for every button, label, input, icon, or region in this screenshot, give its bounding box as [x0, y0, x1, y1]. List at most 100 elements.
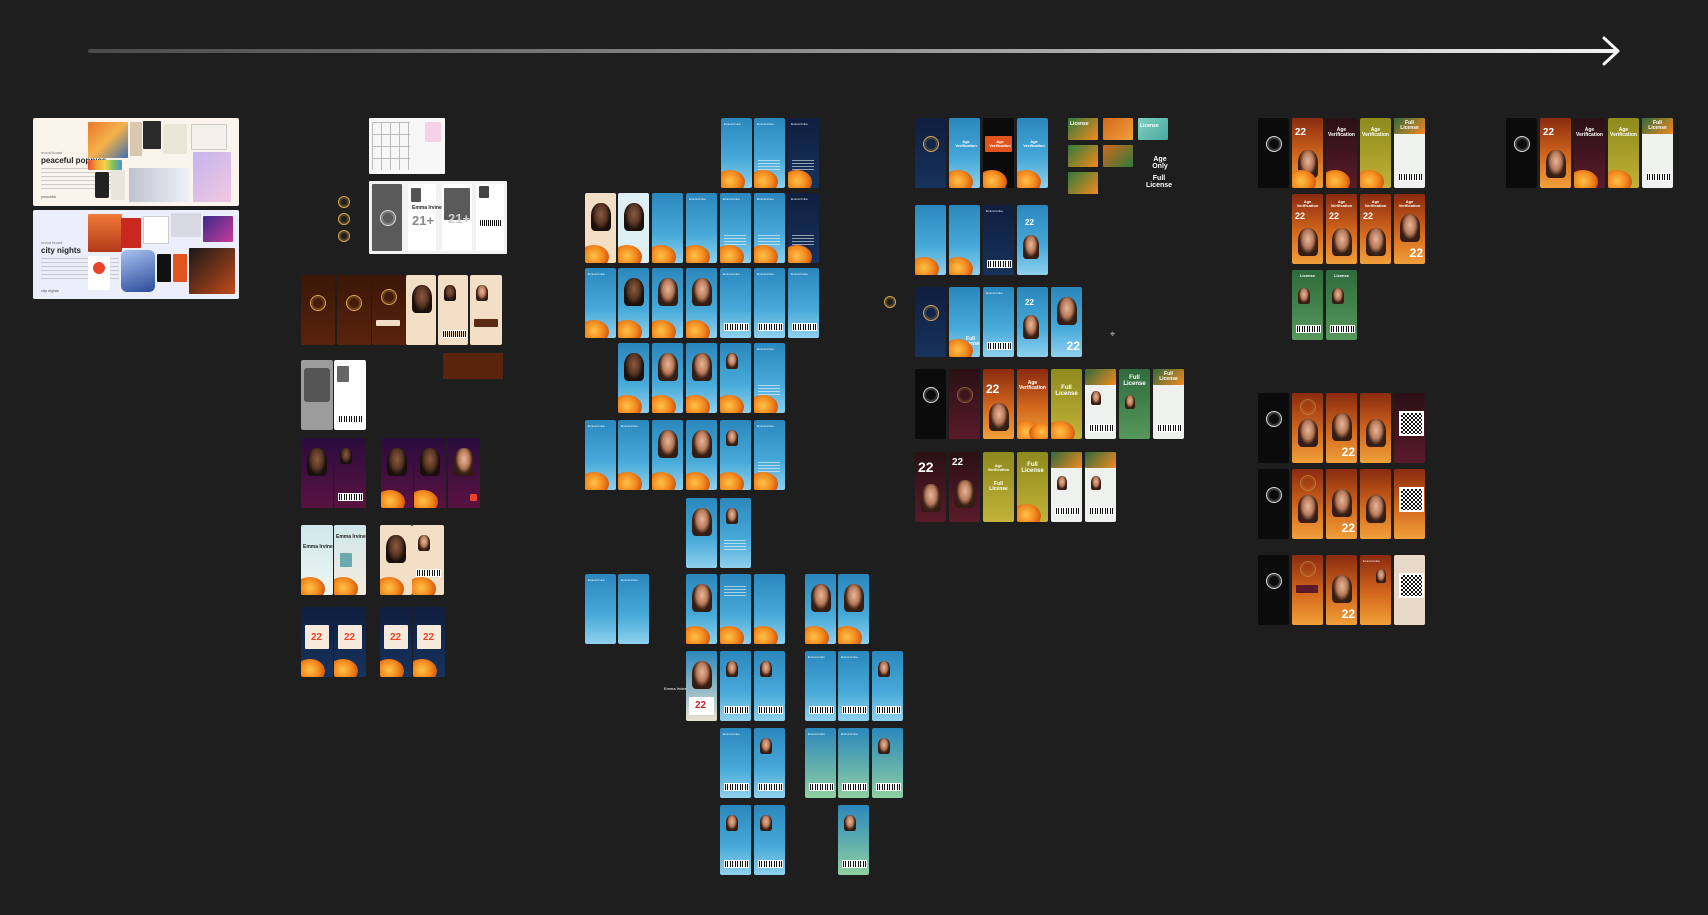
screen-cream[interactable]: [585, 193, 616, 263]
screen-blue[interactable]: Emma Irvine: [686, 193, 717, 263]
screen-sunset[interactable]: [1292, 555, 1323, 625]
screen-black[interactable]: [1258, 393, 1289, 463]
screen-dark-magenta[interactable]: Age Verification: [1574, 118, 1605, 188]
screen-blue-id[interactable]: Emma Irvine: [720, 728, 751, 798]
screen-blue-id[interactable]: [720, 651, 751, 721]
screen-blue-green[interactable]: Emma Irvine: [805, 728, 836, 798]
icon-license-teal[interactable]: [1138, 118, 1168, 140]
screen-dark-22[interactable]: 22: [949, 452, 980, 522]
screen-sunset-22[interactable]: 22: [1326, 469, 1357, 539]
screen-license-card[interactable]: Full License: [1642, 118, 1673, 188]
screen-blue[interactable]: Emma Irvine: [585, 574, 616, 644]
screen-navy[interactable]: Emma Irvine: [788, 193, 819, 263]
screen-sunset-22[interactable]: 22: [1326, 555, 1357, 625]
screen-green[interactable]: Full License: [1119, 369, 1150, 439]
screen-sunset[interactable]: [1360, 393, 1391, 463]
icon-license-green[interactable]: [1068, 145, 1098, 167]
screen-navy[interactable]: [915, 287, 946, 357]
screen-blue-green[interactable]: [838, 805, 869, 875]
screen-black[interactable]: [915, 369, 946, 439]
screen-blue[interactable]: Emma Irvine: [585, 420, 616, 490]
screen-grey[interactable]: [301, 360, 333, 430]
screen-black[interactable]: [1258, 555, 1289, 625]
screen-blue[interactable]: Emma Irvine: [618, 574, 649, 644]
screen-blue-id[interactable]: Emma Irvine: [754, 420, 785, 490]
screen-blue[interactable]: [754, 574, 785, 644]
screen-cream[interactable]: [470, 275, 502, 345]
screen-blue-22[interactable]: 22: [686, 651, 717, 721]
screen-sunset-22[interactable]: 22: [1292, 118, 1323, 188]
moodboard-city-nights[interactable]: mood board city nights city nights: [33, 210, 239, 299]
screen-navy[interactable]: [915, 118, 946, 188]
screen-blue-22[interactable]: 22: [1051, 287, 1082, 357]
screen-blue-id[interactable]: Emma Irvine: [720, 268, 751, 338]
screen-blue-id[interactable]: [754, 651, 785, 721]
screen-blue-portrait[interactable]: [618, 343, 649, 413]
screen-brown[interactable]: [337, 275, 371, 345]
screen-olive[interactable]: Full License: [1051, 369, 1082, 439]
screen-light[interactable]: [618, 193, 649, 263]
screen-blue-portrait[interactable]: [686, 268, 717, 338]
screen-sunset-22[interactable]: 22: [983, 369, 1014, 439]
screen-blue-id[interactable]: Emma Irvine: [754, 268, 785, 338]
screen-blue-portrait[interactable]: [652, 420, 683, 490]
screen-blue-22[interactable]: 22: [1017, 205, 1048, 275]
screen-blue-id[interactable]: Emma Irvine: [805, 651, 836, 721]
screen-white[interactable]: [334, 360, 366, 430]
screen-cream[interactable]: [438, 275, 468, 345]
screen-navy-22[interactable]: 22: [413, 607, 445, 677]
screen-blue-portrait[interactable]: [686, 498, 717, 568]
screen-blue[interactable]: Full License: [949, 287, 980, 357]
screen-green-id[interactable]: License: [1326, 270, 1357, 340]
screen-blue[interactable]: Emma Irvine: [585, 268, 616, 338]
screen-purple[interactable]: [301, 438, 333, 508]
moodboard-peaceful-poppies[interactable]: mood board peaceful poppies peaceful: [33, 118, 239, 206]
screen-blue-id[interactable]: Emma Irvine: [754, 343, 785, 413]
screen-sunset[interactable]: [1292, 393, 1323, 463]
screen-blue-id[interactable]: [720, 574, 751, 644]
screen-blue[interactable]: Age Verification: [1017, 118, 1048, 188]
screen-blue-portrait[interactable]: [838, 574, 869, 644]
screen-cream[interactable]: [380, 525, 412, 595]
screen-sunset[interactable]: Age Verification: [1017, 369, 1048, 439]
screen-blue[interactable]: Emma Irvine: [720, 193, 751, 263]
screen-blue-id[interactable]: [754, 728, 785, 798]
screen-black[interactable]: [1506, 118, 1537, 188]
screen-blue-portrait[interactable]: [686, 574, 717, 644]
screen-sunset[interactable]: Emma Irvine: [1360, 555, 1391, 625]
screen-navy-id[interactable]: Emma Irvine: [983, 205, 1014, 275]
screen-blue-id[interactable]: [720, 420, 751, 490]
screen-blue-id[interactable]: Emma Irvine: [788, 268, 819, 338]
screen-purple-poppy[interactable]: [448, 438, 480, 508]
screen-sunset[interactable]: [1360, 469, 1391, 539]
screen-black[interactable]: Age Verification: [983, 118, 1014, 188]
screen-blue-portrait[interactable]: [652, 268, 683, 338]
screen-purple-poppy[interactable]: [414, 438, 446, 508]
screen-blue-id[interactable]: [720, 498, 751, 568]
screen-blue-id[interactable]: [720, 343, 751, 413]
screen-blue[interactable]: Emma Irvine: [618, 420, 649, 490]
screen-blue-portrait[interactable]: [652, 343, 683, 413]
screen-brown[interactable]: [372, 275, 406, 345]
screen-sunset-22[interactable]: 22: [1540, 118, 1571, 188]
screen-teal[interactable]: Emma Irvine: [301, 525, 333, 595]
screen-license-card[interactable]: [1051, 452, 1082, 522]
screen-qr[interactable]: [1394, 393, 1425, 463]
screen-cream[interactable]: [412, 525, 444, 595]
screen-dark-magenta[interactable]: Age Verification: [1326, 118, 1357, 188]
screen-blue-id[interactable]: [872, 651, 903, 721]
icon-license-green[interactable]: [1068, 172, 1098, 194]
screen-navy[interactable]: Emma Irvine: [788, 118, 819, 188]
screen-blue-id[interactable]: [754, 805, 785, 875]
screen-purple[interactable]: [334, 438, 366, 508]
screen-sunset-22[interactable]: Age Verification 22: [1326, 194, 1357, 264]
screen-sunset-22[interactable]: 22: [1326, 393, 1357, 463]
screen-qr-cream[interactable]: [1394, 555, 1425, 625]
screen-blue-id[interactable]: Emma Irvine: [838, 651, 869, 721]
screen-olive[interactable]: Age Verification: [1608, 118, 1639, 188]
screen-license-card[interactable]: Full License: [1394, 118, 1425, 188]
screen-blue[interactable]: Emma Irvine: [754, 193, 785, 263]
screen-olive[interactable]: Full License: [1017, 452, 1048, 522]
screen-blue-id[interactable]: [720, 805, 751, 875]
screen-blue-green[interactable]: [872, 728, 903, 798]
